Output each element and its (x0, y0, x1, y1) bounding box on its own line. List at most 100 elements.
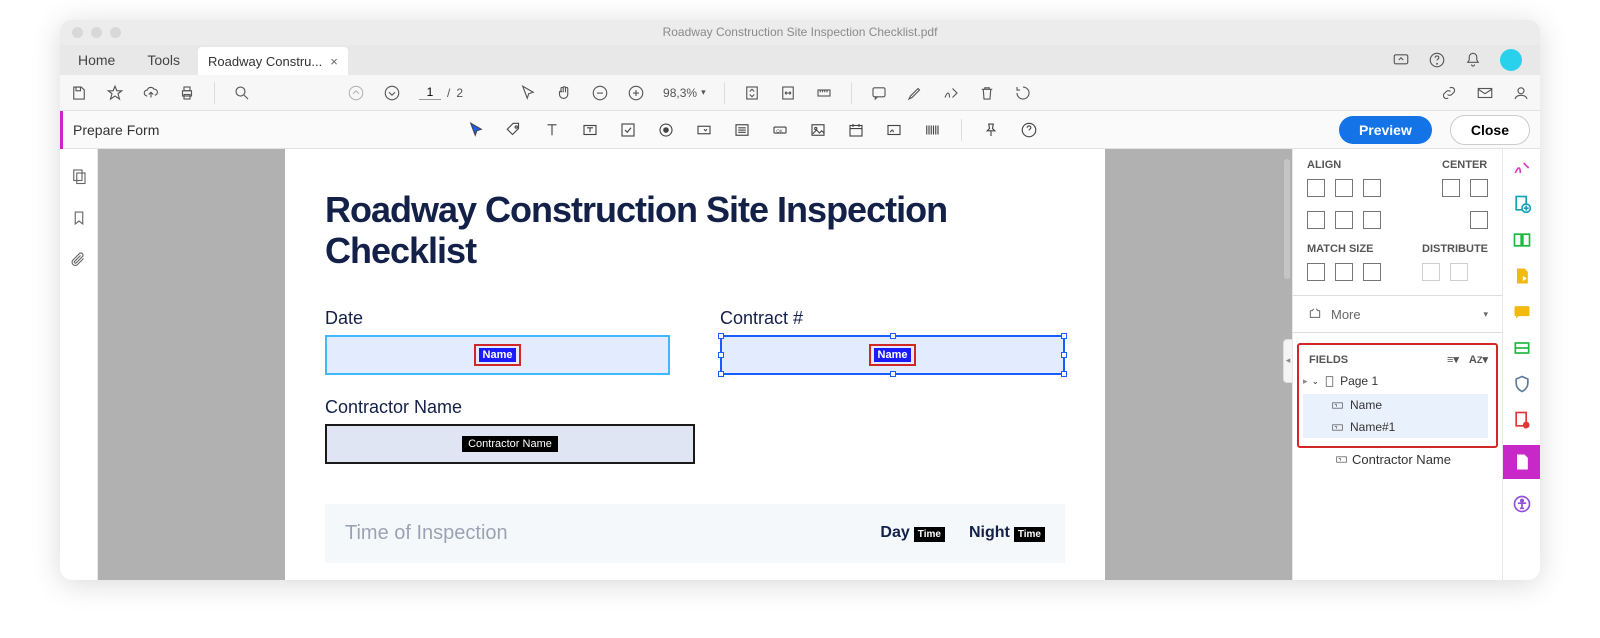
profile-icon[interactable] (1512, 84, 1530, 102)
add-page-icon[interactable] (1511, 193, 1533, 215)
pointer-icon[interactable] (519, 84, 537, 102)
tabbar-right (1392, 45, 1540, 75)
help-icon[interactable] (1428, 51, 1446, 69)
radio-icon[interactable] (657, 121, 675, 139)
contractor-field[interactable]: Contractor Name (325, 424, 695, 464)
document-area: ◂ Roadway Construction Site Inspection C… (98, 149, 1292, 580)
page-current-input[interactable] (419, 85, 441, 100)
tree-field-name1[interactable]: Name#1 (1303, 416, 1488, 438)
rotate-icon[interactable] (1014, 84, 1032, 102)
close-button[interactable]: Close (1450, 115, 1530, 145)
tree-page-node[interactable]: ▸ ⌄ Page 1 (1303, 374, 1488, 388)
date-icon[interactable] (847, 121, 865, 139)
scrollbar-thumb[interactable] (1284, 159, 1290, 279)
zoom-in-icon[interactable] (627, 84, 645, 102)
date-label: Date (325, 308, 670, 329)
page-down-icon[interactable] (383, 84, 401, 102)
align-heading: ALIGN (1307, 159, 1422, 171)
tree-field-name[interactable]: Name (1303, 394, 1488, 416)
tab-home[interactable]: Home (64, 45, 129, 75)
export-icon[interactable] (1511, 265, 1533, 287)
mail-icon[interactable] (1476, 84, 1494, 102)
fit-width-icon[interactable] (779, 84, 797, 102)
pin-icon[interactable] (982, 121, 1000, 139)
traffic-min[interactable] (91, 27, 102, 38)
signature-field-icon[interactable] (885, 121, 903, 139)
text-box-icon[interactable] (581, 121, 599, 139)
pan-icon[interactable] (555, 84, 573, 102)
bell-icon[interactable] (1464, 51, 1482, 69)
more-dropdown[interactable]: More ▾ (1307, 306, 1488, 322)
tree-field-contractor[interactable]: Contractor Name (1307, 448, 1488, 471)
attachment-icon[interactable] (70, 251, 88, 269)
compare-icon[interactable] (1511, 229, 1533, 251)
thumbnails-icon[interactable] (70, 167, 88, 185)
zoom-out-icon[interactable] (591, 84, 609, 102)
date-field-name: Name (479, 348, 517, 362)
image-icon[interactable] (809, 121, 827, 139)
contractor-field-name: Contractor Name (462, 436, 558, 452)
dropdown-icon[interactable] (695, 121, 713, 139)
comment-icon[interactable] (870, 84, 888, 102)
button-icon[interactable]: OK (771, 121, 789, 139)
save-icon[interactable] (70, 84, 88, 102)
form-tool-active-icon[interactable] (1503, 445, 1541, 479)
tab-tools[interactable]: Tools (133, 45, 194, 75)
trash-icon[interactable] (978, 84, 996, 102)
center-v-icon[interactable] (1470, 211, 1488, 229)
az-sort-icon[interactable]: AZ▾ (1469, 353, 1488, 366)
tab-bar: Home Tools Roadway Constru... × (60, 45, 1540, 75)
sign-icon[interactable] (942, 84, 960, 102)
form-toolbar: Prepare Form OK Preview Close (60, 111, 1540, 149)
bookmark-icon[interactable] (70, 209, 88, 227)
titlebar: Roadway Construction Site Inspection Che… (60, 20, 1540, 45)
center-icon[interactable] (1442, 179, 1488, 197)
night-label: NightTime (969, 524, 1045, 542)
contract-field-name: Name (874, 348, 912, 362)
signature-tool-icon[interactable] (1511, 157, 1533, 179)
day-label: DayTime (880, 524, 945, 542)
tag-tool-icon[interactable] (505, 121, 523, 139)
ruler-icon[interactable] (815, 84, 833, 102)
left-sidebar (60, 149, 98, 580)
file-tab-label: Roadway Constru... (208, 54, 322, 69)
chat-icon[interactable] (1511, 301, 1533, 323)
help-form-icon[interactable] (1020, 121, 1038, 139)
cloud-upload-icon[interactable] (142, 84, 160, 102)
search-icon[interactable] (233, 84, 251, 102)
file-tab[interactable]: Roadway Constru... × (198, 47, 348, 75)
checkbox-icon[interactable] (619, 121, 637, 139)
sort-icon[interactable]: ≡▾ (1447, 353, 1459, 366)
text-field-icon[interactable] (543, 121, 561, 139)
highlight-icon[interactable] (906, 84, 924, 102)
center-heading: CENTER (1442, 159, 1488, 171)
select-tool-icon[interactable] (467, 121, 485, 139)
contract-label: Contract # (720, 308, 1065, 329)
date-field[interactable]: Name (325, 335, 670, 375)
protect-icon[interactable] (1511, 373, 1533, 395)
zoom-level[interactable]: 98,3%▾ (663, 86, 706, 100)
collapse-sidebar-handle[interactable]: ◂ (1283, 339, 1292, 383)
print-icon[interactable] (178, 84, 196, 102)
screen-share-icon[interactable] (1392, 51, 1410, 69)
page-up-icon[interactable] (347, 84, 365, 102)
accessibility-icon[interactable] (1511, 493, 1533, 515)
align-left-icon[interactable] (1307, 179, 1422, 197)
close-tab-icon[interactable]: × (330, 54, 338, 69)
fit-page-icon[interactable] (743, 84, 761, 102)
scan-icon[interactable] (1511, 337, 1533, 359)
preview-button[interactable]: Preview (1339, 116, 1432, 144)
star-icon[interactable] (106, 84, 124, 102)
link-icon[interactable] (1440, 84, 1458, 102)
traffic-close[interactable] (72, 27, 83, 38)
traffic-max[interactable] (110, 27, 121, 38)
contract-field[interactable]: Name (720, 335, 1065, 375)
pdf-page[interactable]: Roadway Construction Site Inspection Che… (285, 149, 1105, 580)
barcode-icon[interactable] (923, 121, 941, 139)
avatar[interactable] (1500, 49, 1522, 71)
align-top-icon[interactable] (1307, 211, 1381, 229)
distribute-icons[interactable] (1422, 263, 1488, 281)
list-icon[interactable] (733, 121, 751, 139)
alert-pdf-icon[interactable]: ! (1511, 409, 1533, 431)
match-icons[interactable] (1307, 263, 1402, 281)
